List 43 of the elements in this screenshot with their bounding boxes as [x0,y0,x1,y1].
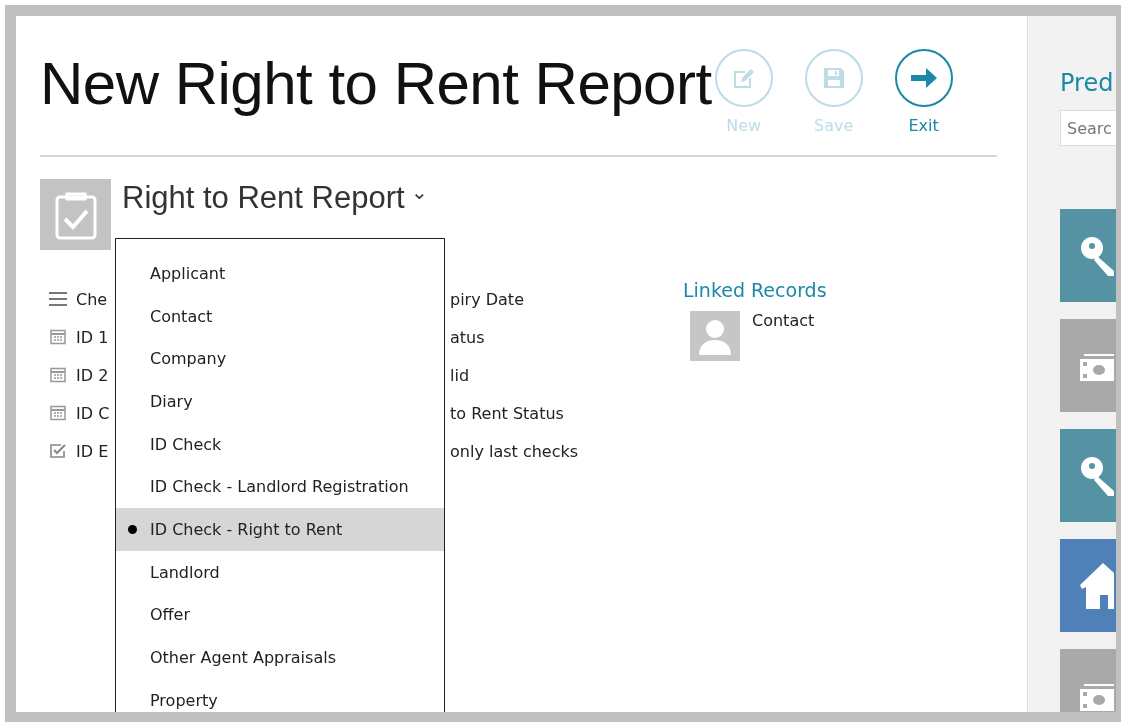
linked-record-link[interactable]: Contact [752,311,815,330]
money-tile[interactable] [1060,319,1116,412]
field-label: ID 2 [76,365,109,385]
field-label: piry Date [450,289,524,309]
menu-item[interactable]: Offer [116,593,444,637]
field-label: only last checks [450,441,579,461]
calendar-icon [48,329,68,345]
avatar-icon [690,311,740,361]
field-label: ID C [76,403,110,423]
menu-item[interactable]: Contact [116,294,444,338]
menu-item[interactable]: ID Check - Landlord Registration [116,465,444,509]
house-tile[interactable] [1060,539,1116,632]
menu-item[interactable]: Company [116,337,444,381]
house-icon [1080,562,1114,609]
bullet-icon [128,524,137,534]
linked-records-heading: Linked Records [683,279,827,301]
arrow-right-icon [908,65,939,91]
menu-item[interactable]: Other Agent Appraisals [116,636,444,679]
clipboard-icon [40,179,111,250]
menu-item[interactable]: ID Check [116,422,444,466]
key-icon [1080,455,1114,496]
field-label: ID 1 [76,327,109,347]
menu-item[interactable]: Landlord [116,550,444,594]
page-title: New Right to Rent Report [40,54,712,114]
menu-item[interactable]: Applicant [116,252,444,295]
calendar-icon [48,405,68,421]
key-icon [1080,235,1114,276]
checkbox-icon [48,443,68,459]
list-icon [48,291,68,307]
report-type-dropdown[interactable]: Right to Rent Report ⌄ [122,179,428,215]
panel-heading: Pred [1060,69,1115,97]
field-label: Che [76,289,108,309]
field-label: lid [450,365,470,385]
calendar-icon [48,367,68,383]
field-label: ID E [76,441,109,461]
field-label: atus [450,327,485,347]
menu-item[interactable]: Diary [116,380,444,423]
menu-item[interactable]: Property [116,678,444,712]
key-tile[interactable] [1060,429,1116,522]
key-tile[interactable] [1060,209,1116,302]
field-label: to Rent Status [450,403,564,423]
menu-item[interactable]: ID Check - Right to Rent [116,508,444,551]
search-field[interactable]: Searc [1060,110,1116,146]
